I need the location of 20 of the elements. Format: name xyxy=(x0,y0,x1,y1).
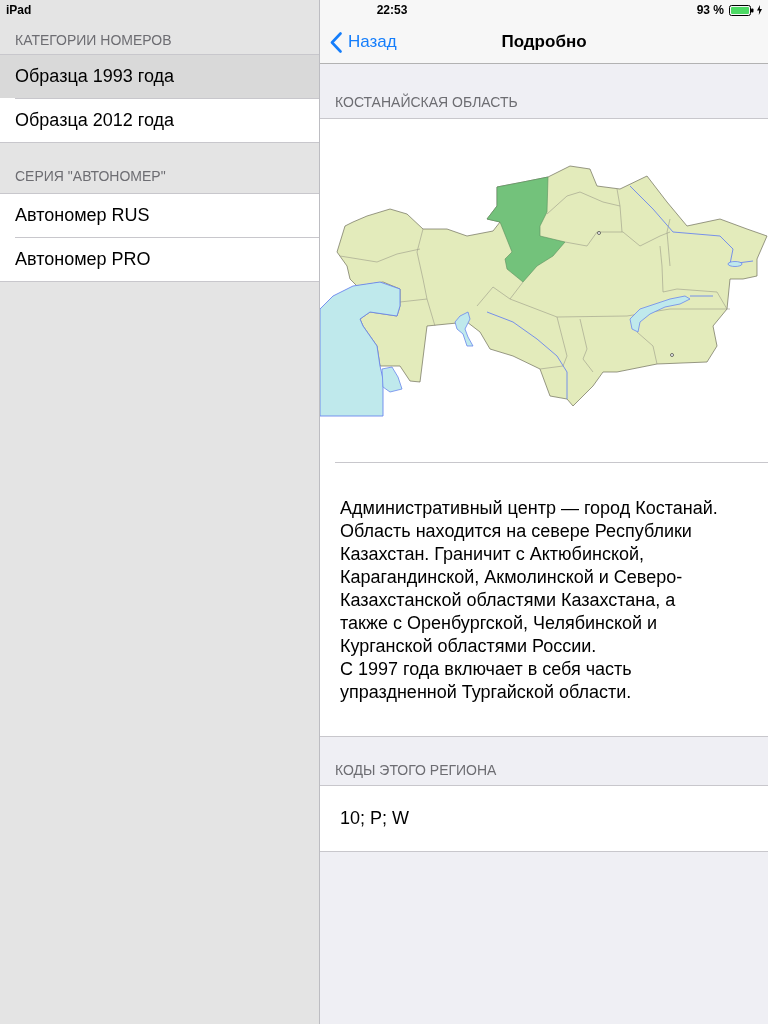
description-text: С 1997 года включает в себя часть упраздненной Тургайской области. xyxy=(340,658,633,704)
chevron-left-icon xyxy=(330,31,342,53)
back-button[interactable]: Назад xyxy=(320,20,397,64)
lake xyxy=(727,261,743,267)
section-header: КОСТАНАЙСКАЯ ОБЛАСТЬ xyxy=(335,94,518,110)
section-header: КОДЫ ЭТОГО РЕГИОНА xyxy=(335,762,497,778)
sidebar-item[interactable]: Образца 1993 года xyxy=(0,55,319,98)
clock-time: 22:53 xyxy=(376,2,408,18)
section-header: КАТЕГОРИИ НОМЕРОВ xyxy=(15,32,172,48)
region-codes: 10; P; W xyxy=(340,807,410,830)
battery-icon xyxy=(729,4,754,16)
lake xyxy=(381,366,403,393)
lake xyxy=(629,295,691,333)
device-name: iPad xyxy=(6,2,32,18)
charging-bolt-icon xyxy=(757,5,762,15)
lake xyxy=(454,311,474,347)
description-text: Административный центр — город Костанай. Область находится на севере Республики Казахстан. Граничит с Актюбинской, Карагандинской, Акмолинской и Северо-Казахстанской областями Казахстана, а также с Оренбургской, Челябинской и Курганской областями России. xyxy=(340,497,719,658)
battery-percentage: 93 % xyxy=(696,2,724,18)
nav-title: Подробно xyxy=(501,31,587,54)
section-header: СЕРИЯ "АВТОНОМЕР" xyxy=(15,168,166,184)
